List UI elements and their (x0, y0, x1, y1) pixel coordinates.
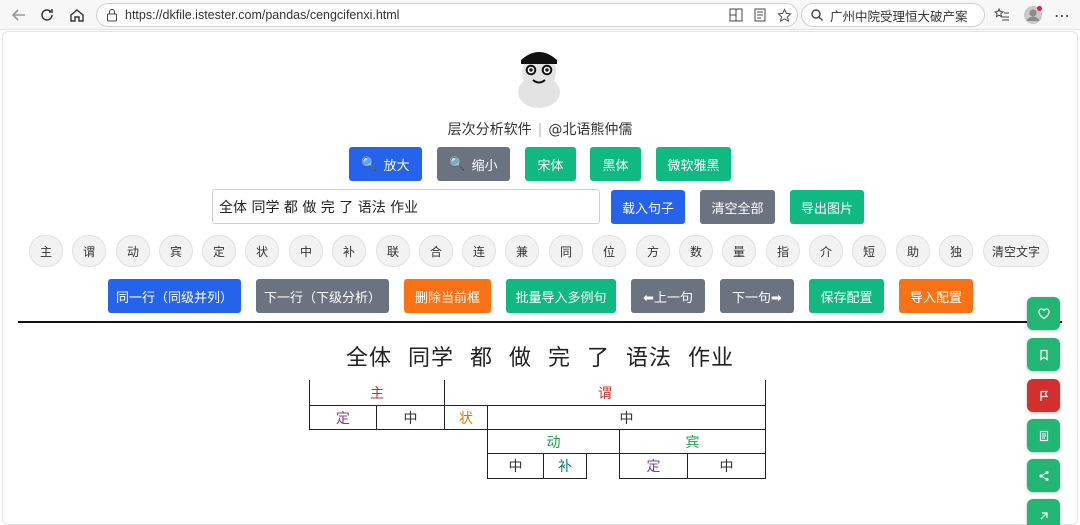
clear-text-button[interactable]: 清空文字 (983, 235, 1049, 267)
cell-zhuang[interactable]: 状 (444, 405, 488, 430)
magnifier-icon: 🔍 (449, 156, 466, 172)
lock-icon (107, 9, 117, 22)
cell-zhong-2[interactable]: 中 (487, 405, 766, 430)
bookmark-icon[interactable] (1027, 338, 1060, 371)
sentence-word: 全体 (345, 346, 392, 371)
label-pill[interactable]: 补 (332, 235, 366, 267)
delete-box-button[interactable]: 删除当前框 (404, 279, 491, 313)
label-pill[interactable]: 谓 (72, 235, 106, 267)
label-pill[interactable]: 定 (202, 235, 236, 267)
next-sentence-button[interactable]: 下一句➡ (720, 279, 794, 313)
cell-ding-1[interactable]: 定 (309, 405, 377, 430)
sentence-word: 了 (587, 346, 611, 371)
cell-bin[interactable]: 宾 (619, 429, 766, 454)
browser-search-box[interactable]: 广州中院受理恒大破产案 (801, 3, 985, 27)
app-title: 层次分析软件 | @北语熊仲儒 (447, 122, 633, 138)
favorite-star-icon[interactable] (774, 5, 794, 25)
arrow-icon[interactable] (1027, 499, 1060, 525)
label-pill[interactable]: 合 (419, 235, 453, 267)
load-sentence-button[interactable]: 载入句子 (611, 190, 685, 224)
label-pill[interactable]: 指 (766, 235, 800, 267)
cell-zhu[interactable]: 主 (309, 380, 445, 406)
sentence-word: 都 (469, 346, 493, 371)
label-pill[interactable]: 独 (939, 235, 973, 267)
refresh-icon[interactable] (36, 4, 58, 26)
sentence-input[interactable] (212, 189, 600, 224)
label-pill[interactable]: 同 (549, 235, 583, 267)
label-pill[interactable]: 连 (462, 235, 496, 267)
label-pill[interactable]: 介 (809, 235, 843, 267)
sentence-word: 做 (508, 346, 532, 371)
label-pill[interactable]: 方 (636, 235, 670, 267)
divider-line (18, 321, 1062, 323)
flag-icon[interactable] (1027, 379, 1060, 412)
cell-wei[interactable]: 谓 (444, 380, 766, 406)
split-screen-icon[interactable] (726, 5, 746, 25)
font-yahei-button[interactable]: 微软雅黑 (656, 147, 731, 181)
address-bar[interactable]: https://dkfile.istester.com/pandas/cengc… (96, 3, 798, 27)
sentence-word: 完 (548, 346, 572, 371)
magnifier-icon: 🔍 (361, 156, 378, 172)
cell-zhong-3[interactable]: 中 (487, 453, 544, 479)
browser-search-text: 广州中院受理恒大破产案 (830, 8, 968, 24)
favorites-list-icon[interactable] (992, 5, 1012, 25)
label-pill[interactable]: 助 (896, 235, 930, 267)
sentence-word: 同学 (407, 346, 454, 371)
heart-icon[interactable] (1027, 297, 1060, 330)
label-pill[interactable]: 短 (852, 235, 886, 267)
search-icon (811, 9, 823, 21)
cell-bu[interactable]: 补 (543, 453, 587, 479)
label-pill[interactable]: 宾 (159, 235, 193, 267)
label-pill[interactable]: 主 (29, 235, 63, 267)
cell-zhong-1[interactable]: 中 (376, 405, 445, 430)
font-hei-button[interactable]: 黑体 (590, 147, 641, 181)
cell-ding-2[interactable]: 定 (619, 453, 688, 479)
share-icon[interactable] (1027, 459, 1060, 492)
batch-import-button[interactable]: 批量导入多例句 (506, 279, 616, 313)
reader-icon[interactable] (750, 5, 770, 25)
zoom-out-button[interactable]: 🔍 缩小 (437, 147, 510, 181)
clear-all-button[interactable]: 清空全部 (700, 190, 775, 224)
sentence-word: 作业 (688, 346, 735, 371)
label-pill[interactable]: 位 (592, 235, 626, 267)
export-image-button[interactable]: 导出图片 (790, 190, 864, 224)
back-icon[interactable] (8, 4, 30, 26)
zoom-in-button[interactable]: 🔍 放大 (349, 147, 422, 181)
cell-dong[interactable]: 动 (487, 429, 620, 454)
label-pill[interactable]: 兼 (505, 235, 539, 267)
note-icon[interactable] (1027, 419, 1060, 452)
label-pill[interactable]: 状 (245, 235, 279, 267)
save-config-button[interactable]: 保存配置 (809, 279, 884, 313)
same-row-button[interactable]: 同一行（同级并列） (108, 279, 241, 313)
next-row-button[interactable]: 下一行（下级分析） (256, 279, 389, 313)
app-title-text: 层次分析软件 (447, 122, 532, 138)
browser-toolbar: https://dkfile.istester.com/pandas/cengc… (0, 0, 1080, 30)
label-pill[interactable]: 数 (679, 235, 713, 267)
label-pill[interactable]: 联 (376, 235, 410, 267)
font-song-button[interactable]: 宋体 (525, 147, 576, 181)
analysis-sentence: 全体 同学都做完了语法 作业 (0, 340, 1080, 372)
more-menu-icon[interactable]: ⋯ (1052, 5, 1072, 25)
import-config-button[interactable]: 导入配置 (899, 279, 973, 313)
sentence-word: 语法 (626, 346, 673, 371)
home-icon[interactable] (66, 4, 88, 26)
profile-avatar-icon[interactable] (1022, 4, 1044, 26)
label-pill[interactable]: 中 (289, 235, 323, 267)
cell-zhong-4[interactable]: 中 (687, 453, 766, 479)
label-pill[interactable]: 动 (116, 235, 150, 267)
prev-sentence-button[interactable]: ⬅上一句 (631, 279, 705, 313)
label-pill[interactable]: 量 (722, 235, 756, 267)
url-text: https://dkfile.istester.com/pandas/cengc… (125, 8, 400, 22)
mascot-avatar-icon (518, 52, 560, 108)
app-author: @北语熊仲儒 (548, 122, 633, 138)
